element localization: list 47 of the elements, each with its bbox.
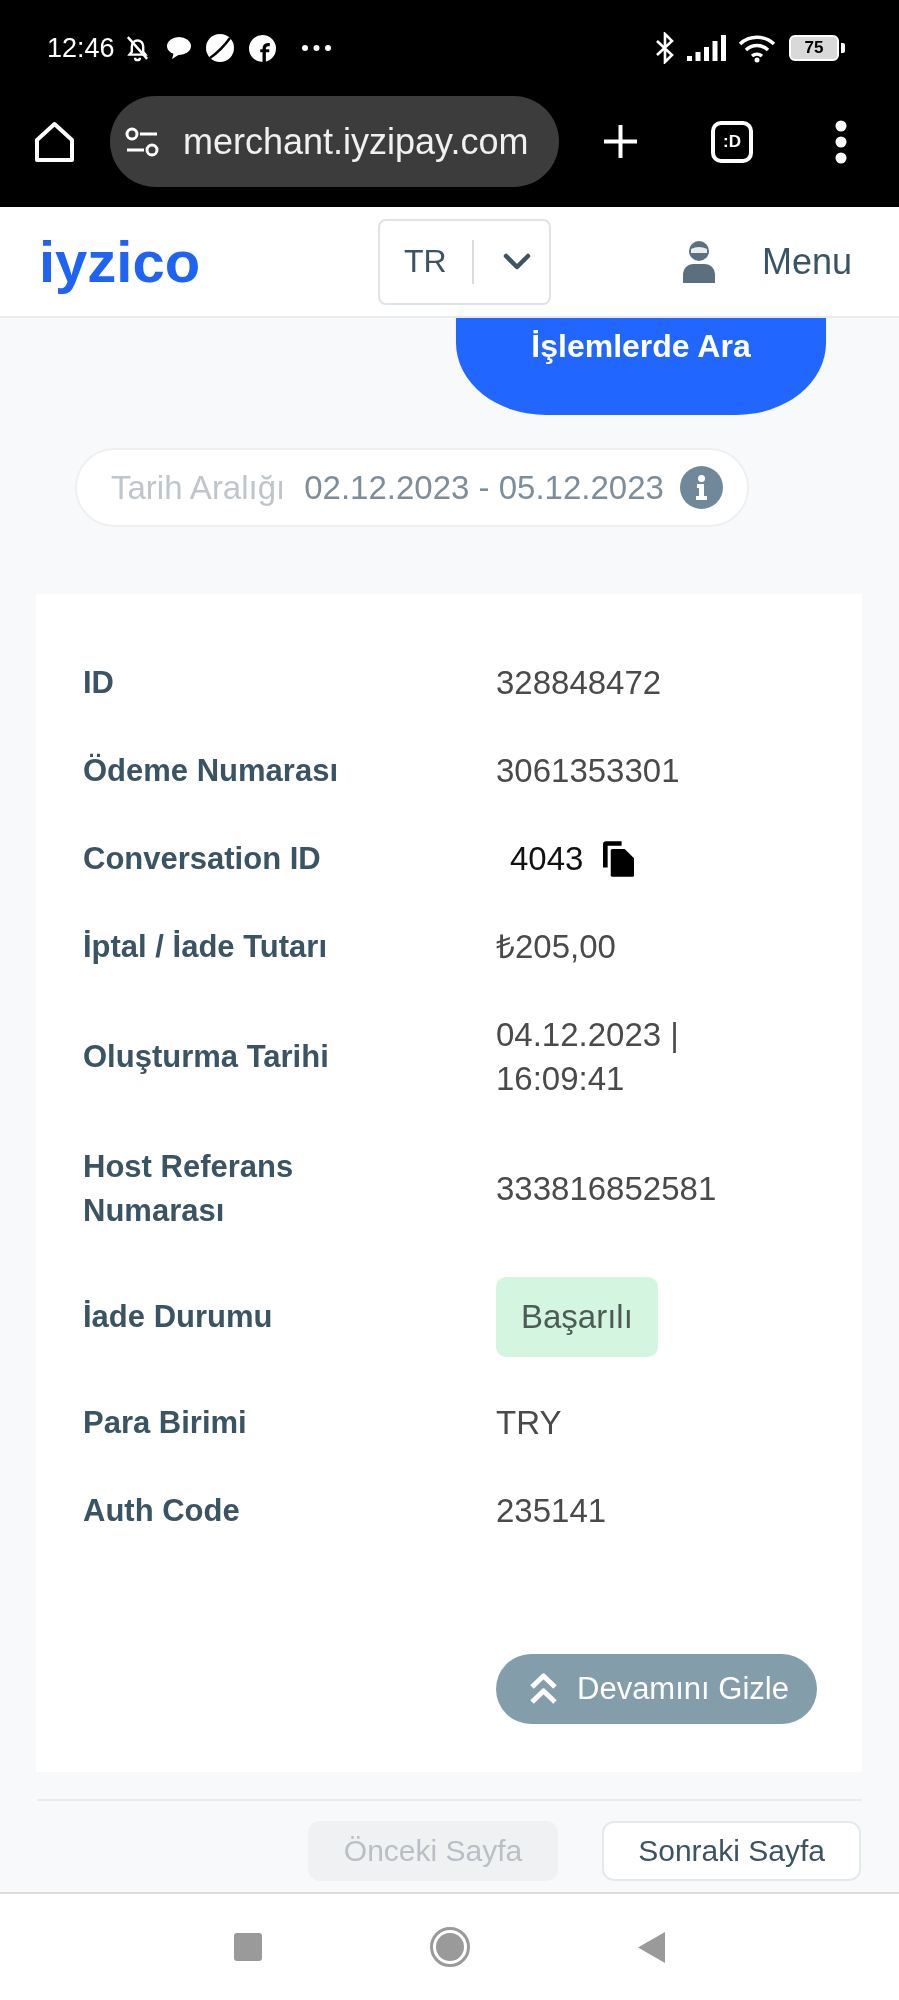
menu-link[interactable]: Menu <box>761 239 852 284</box>
field-value: 328848472 <box>496 663 662 703</box>
field-value: 235141 <box>496 1491 607 1531</box>
field-value: 4043 <box>510 839 584 879</box>
clock-time: 12:46 <box>47 32 115 64</box>
circle-icon[interactable] <box>430 1927 470 1967</box>
double-chevron-up-icon <box>529 1673 558 1705</box>
field-label: Auth Code <box>83 1492 240 1530</box>
field-value: 04.12.2023 | 16:09:41 <box>496 1015 680 1099</box>
field-label: İade Durumu <box>83 1298 273 1336</box>
status-badge: Başarılı <box>496 1277 658 1357</box>
date-range-value: 02.12.2023 - 05.12.2023 <box>304 468 664 507</box>
plus-icon[interactable] <box>602 123 639 160</box>
language-dropdown[interactable]: TR <box>378 218 551 305</box>
user-icon[interactable] <box>681 240 716 283</box>
address-bar[interactable]: merchant.iyzipay.com <box>110 96 559 187</box>
planet-icon <box>204 33 235 63</box>
search-transactions-button[interactable]: İşlemlerde Ara <box>456 318 826 415</box>
field-label: Conversation ID <box>83 840 321 878</box>
more-dots-icon <box>301 45 331 51</box>
f-logo-icon <box>248 34 276 62</box>
field-label: Ödeme Numarası <box>83 752 338 790</box>
copy-icon[interactable] <box>603 841 635 877</box>
field-label: Para Birimi <box>83 1404 247 1442</box>
chat-bubble-icon <box>165 36 192 60</box>
chevron-down-icon <box>502 252 531 271</box>
field-value: 333816852581 <box>496 1169 717 1209</box>
field-value: 3061353301 <box>496 751 680 791</box>
logo[interactable]: iyzico <box>39 229 201 294</box>
field-value: TRY <box>496 1403 562 1443</box>
pagination-button[interactable]: Sonraki Sayfa <box>602 1821 861 1881</box>
bluetooth-icon <box>655 32 675 64</box>
signal-icon <box>687 35 727 61</box>
wifi-icon <box>738 33 776 63</box>
field-value: ₺205,00 <box>496 927 616 967</box>
field-label: Host Referans Numarası <box>83 1148 295 1230</box>
info-icon[interactable] <box>679 466 723 509</box>
back-icon[interactable] <box>638 1931 665 1963</box>
battery-indicator: 75 <box>789 35 845 61</box>
field-label: ID <box>83 664 114 702</box>
tune-icon[interactable] <box>125 126 159 157</box>
date-range-label: Tarih Aralığı <box>111 468 286 507</box>
more-icon[interactable] <box>835 119 847 164</box>
home-icon[interactable] <box>34 120 75 163</box>
field-label: Oluşturma Tarihi <box>83 1038 329 1076</box>
tab-switcher-button[interactable]: :D <box>711 120 753 163</box>
field-label: İptal / İade Tutarı <box>83 928 328 966</box>
